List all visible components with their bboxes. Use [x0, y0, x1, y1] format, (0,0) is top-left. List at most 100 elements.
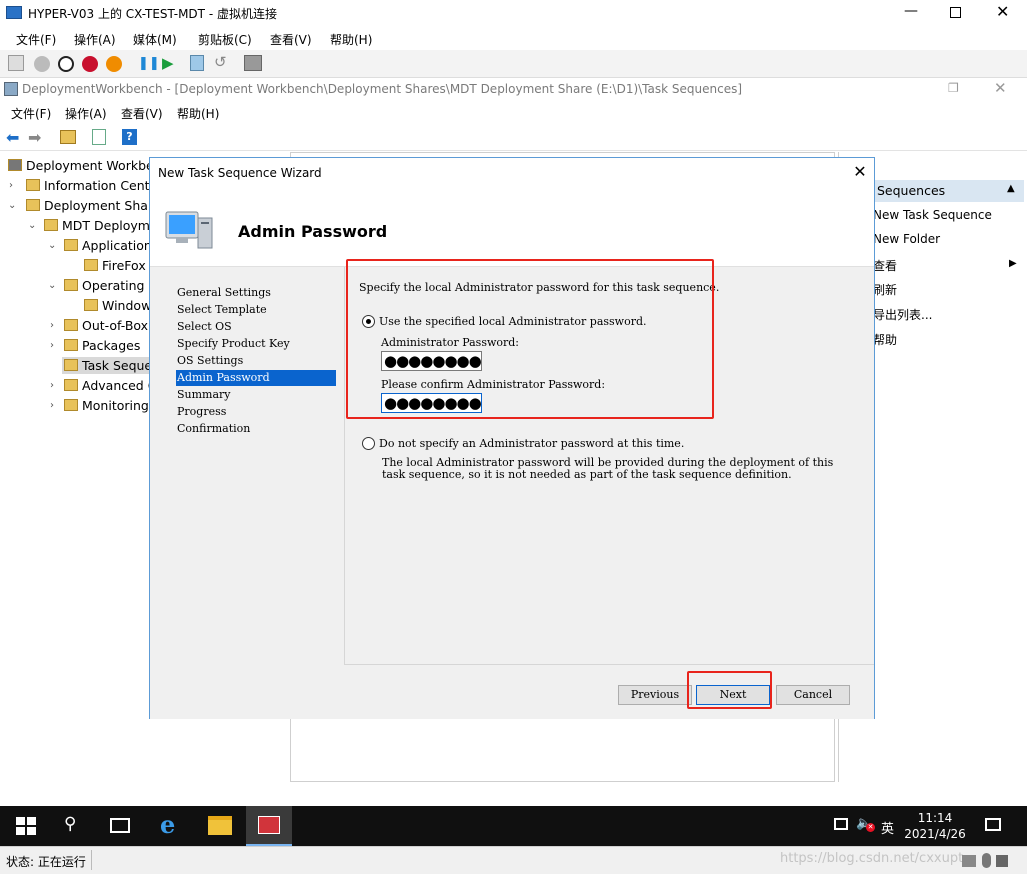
tree-item-mdt-deployment-share[interactable]: MDT Deploym	[44, 218, 150, 233]
action-new-folder[interactable]: New Folder	[873, 232, 940, 246]
host-title-bar: HYPER-V03 上的 CX-TEST-MDT - 虚拟机连接 — ✕	[0, 0, 1027, 26]
step-summary[interactable]: Summary	[176, 387, 336, 403]
host-toolbar: ❚❚ ▶ ↺	[0, 50, 1027, 78]
radio-no-password[interactable]	[362, 437, 375, 450]
step-os-settings[interactable]: OS Settings	[176, 353, 336, 369]
muted-x-icon: ✕	[866, 823, 875, 832]
tree-item-operating-systems[interactable]: Operating	[64, 278, 145, 293]
start-windows-icon[interactable]	[14, 814, 38, 838]
tree-item-deployment-shares[interactable]: Deployment Share	[26, 198, 161, 213]
notification-icon[interactable]	[985, 818, 1001, 831]
checkpoint-icon[interactable]	[190, 55, 204, 71]
new-task-sequence-wizard: New Task Sequence Wizard ✕ Admin Passwor…	[149, 157, 875, 719]
mmc-menu-help[interactable]: 帮助(H)	[177, 105, 219, 122]
tree-item-windows[interactable]: Window	[84, 298, 151, 313]
enhanced-session-icon[interactable]	[244, 55, 262, 71]
shutdown-icon[interactable]	[82, 56, 98, 72]
chevron-right-icon[interactable]: ›	[50, 340, 54, 351]
host-menu-action[interactable]: 操作(A)	[74, 31, 116, 48]
turn-off-icon[interactable]	[58, 56, 74, 72]
action-new-task-sequence[interactable]: New Task Sequence	[873, 208, 992, 222]
mmc-menu-action[interactable]: 操作(A)	[65, 105, 107, 122]
host-menu-media[interactable]: 媒体(M)	[133, 31, 177, 48]
start-icon[interactable]	[34, 56, 50, 72]
tree-item-packages[interactable]: Packages	[64, 338, 140, 353]
host-menu-file[interactable]: 文件(F)	[16, 31, 56, 48]
step-specify-product-key[interactable]: Specify Product Key	[176, 336, 336, 352]
tree-item-out-of-box-drivers[interactable]: Out-of-Box	[64, 318, 148, 333]
chevron-down-icon[interactable]: ⌄	[48, 280, 56, 291]
ime-indicator[interactable]: 英	[881, 818, 894, 837]
pause-icon[interactable]: ❚❚	[138, 56, 160, 71]
mmc-menu-view[interactable]: 查看(V)	[121, 105, 163, 122]
step-confirmation[interactable]: Confirmation	[176, 421, 336, 437]
tree-item-workbench[interactable]: Deployment Workbe	[8, 158, 154, 173]
chevron-down-icon[interactable]: ⌄	[48, 240, 56, 251]
next-button[interactable]: Next	[696, 685, 770, 705]
back-arrow-icon[interactable]: ⬅	[6, 128, 19, 147]
step-admin-password[interactable]: Admin Password	[176, 370, 336, 386]
save-icon[interactable]	[106, 56, 122, 72]
mmc-menu-file[interactable]: 文件(F)	[11, 105, 51, 122]
cancel-button[interactable]: Cancel	[776, 685, 850, 705]
chevron-right-icon[interactable]: ›	[9, 180, 13, 191]
internet-explorer-icon[interactable]: e	[160, 810, 175, 839]
close-button[interactable]: ✕	[996, 2, 1009, 21]
up-folder-icon[interactable]	[60, 130, 76, 144]
minimize-button[interactable]: —	[904, 3, 918, 19]
ctrl-alt-del-icon[interactable]	[8, 55, 24, 71]
chevron-right-icon[interactable]: ›	[50, 320, 54, 331]
tree-item-firefox[interactable]: FireFox	[84, 258, 146, 273]
chevron-right-icon[interactable]: ›	[50, 400, 54, 411]
step-progress[interactable]: Progress	[176, 404, 336, 420]
tree-item-applications[interactable]: Application	[64, 238, 152, 253]
step-general-settings[interactable]: General Settings	[176, 285, 336, 301]
action-export-list[interactable]: 导出列表...	[873, 306, 932, 323]
chevron-down-icon[interactable]: ⌄	[8, 200, 16, 211]
folder-icon	[64, 339, 78, 351]
step-select-os[interactable]: Select OS	[176, 319, 336, 335]
action-refresh[interactable]: 刷新	[873, 281, 897, 298]
vm-status-text: 状态: 正在运行	[6, 855, 86, 869]
step-select-template[interactable]: Select Template	[176, 302, 336, 318]
option-no-password-label[interactable]: Do not specify an Administrator password…	[379, 437, 684, 450]
radio-use-password[interactable]	[362, 315, 375, 328]
chevron-right-icon[interactable]: ›	[50, 380, 54, 391]
lock-icon	[996, 855, 1008, 867]
revert-icon[interactable]: ↺	[214, 53, 227, 71]
tree-item-monitoring[interactable]: Monitoring	[64, 398, 149, 413]
mmc-close-icon[interactable]: ✕	[994, 79, 1007, 97]
tree-item-advanced-configuration[interactable]: Advanced C	[64, 378, 156, 393]
admin-password-field[interactable]: ●●●●●●●●●	[381, 351, 482, 371]
network-icon[interactable]	[834, 818, 848, 830]
mmc-restore-icon[interactable]: ❐	[948, 81, 959, 95]
computer-icon	[164, 208, 216, 252]
export-list-icon[interactable]	[92, 129, 106, 145]
host-menu-bar: 文件(F) 操作(A) 媒体(M) 剪贴板(C) 查看(V) 帮助(H)	[0, 26, 1027, 50]
previous-button[interactable]: Previous	[618, 685, 692, 705]
option-no-password-desc-line2: task sequence, so it is not needed as pa…	[382, 468, 792, 481]
host-menu-clipboard[interactable]: 剪贴板(C)	[198, 31, 252, 48]
search-icon[interactable]: ⚲	[64, 814, 76, 834]
option-use-password-label[interactable]: Use the specified local Administrator pa…	[379, 315, 647, 328]
host-menu-view[interactable]: 查看(V)	[270, 31, 312, 48]
host-menu-help[interactable]: 帮助(H)	[330, 31, 372, 48]
wizard-close-icon[interactable]: ✕	[850, 162, 870, 182]
clock[interactable]: 11:14 2021/4/26	[900, 810, 970, 842]
workbench-icon	[8, 159, 22, 171]
task-view-icon[interactable]	[110, 818, 130, 833]
resume-icon[interactable]: ▶	[162, 54, 174, 72]
file-explorer-icon[interactable]	[208, 816, 232, 835]
tree-item-information-center[interactable]: Information Cente	[26, 178, 157, 193]
chevron-down-icon[interactable]: ⌄	[28, 220, 36, 231]
maximize-button[interactable]	[950, 7, 961, 18]
help-icon[interactable]: ?	[122, 129, 137, 145]
tree-item-task-sequences[interactable]: Task Seque	[62, 357, 155, 374]
collapse-triangle-icon[interactable]: ▲	[1007, 183, 1015, 194]
wizard-body: General Settings Select Template Select …	[150, 266, 874, 719]
action-help[interactable]: 帮助	[873, 331, 897, 348]
confirm-password-field[interactable]: ●●●●●●●●●	[381, 393, 482, 413]
status-bar: 状态: 正在运行 https://blog.csdn.net/cxxupt	[0, 846, 1027, 874]
action-view[interactable]: 查看	[873, 257, 897, 274]
forward-arrow-icon[interactable]: ➡	[28, 128, 41, 147]
